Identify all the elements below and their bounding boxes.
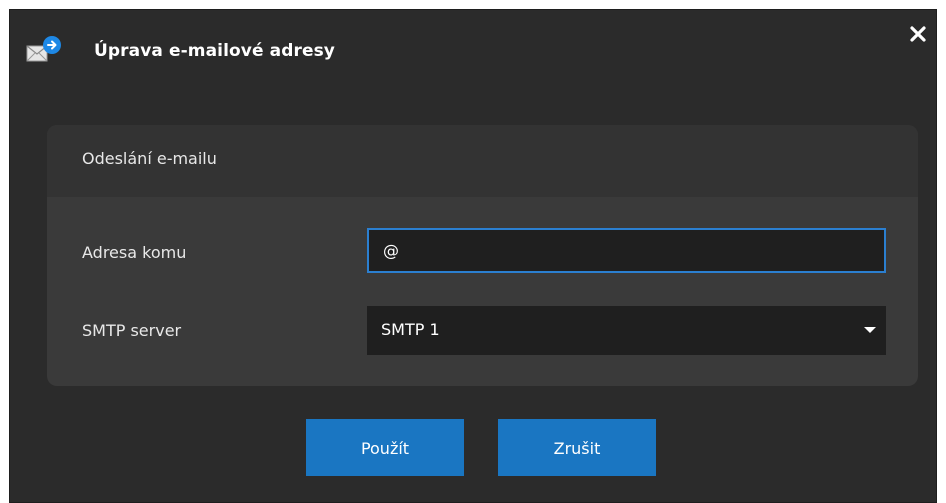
smtp-server-value: SMTP 1 [381,320,440,339]
cancel-button[interactable]: Zrušit [498,419,656,476]
dialog-title: Úprava e-mailové adresy [94,41,335,61]
email-send-icon [26,36,61,62]
apply-button[interactable]: Použít [306,419,464,476]
email-field[interactable] [367,228,886,273]
chevron-down-icon [864,327,876,333]
edit-email-dialog: Úprava e-mailové adresy Odeslání e-mailu… [9,9,937,503]
email-label: Adresa komu [82,243,187,262]
send-email-panel: Odeslání e-mailu Adresa komu SMTP server… [47,125,918,386]
smtp-label: SMTP server [82,321,182,340]
panel-title: Odeslání e-mailu [82,149,217,168]
smtp-server-select[interactable]: SMTP 1 [367,306,886,355]
close-icon[interactable] [906,22,930,46]
panel-header: Odeslání e-mailu [47,125,918,197]
dialog-titlebar: Úprava e-mailové adresy [10,10,936,88]
